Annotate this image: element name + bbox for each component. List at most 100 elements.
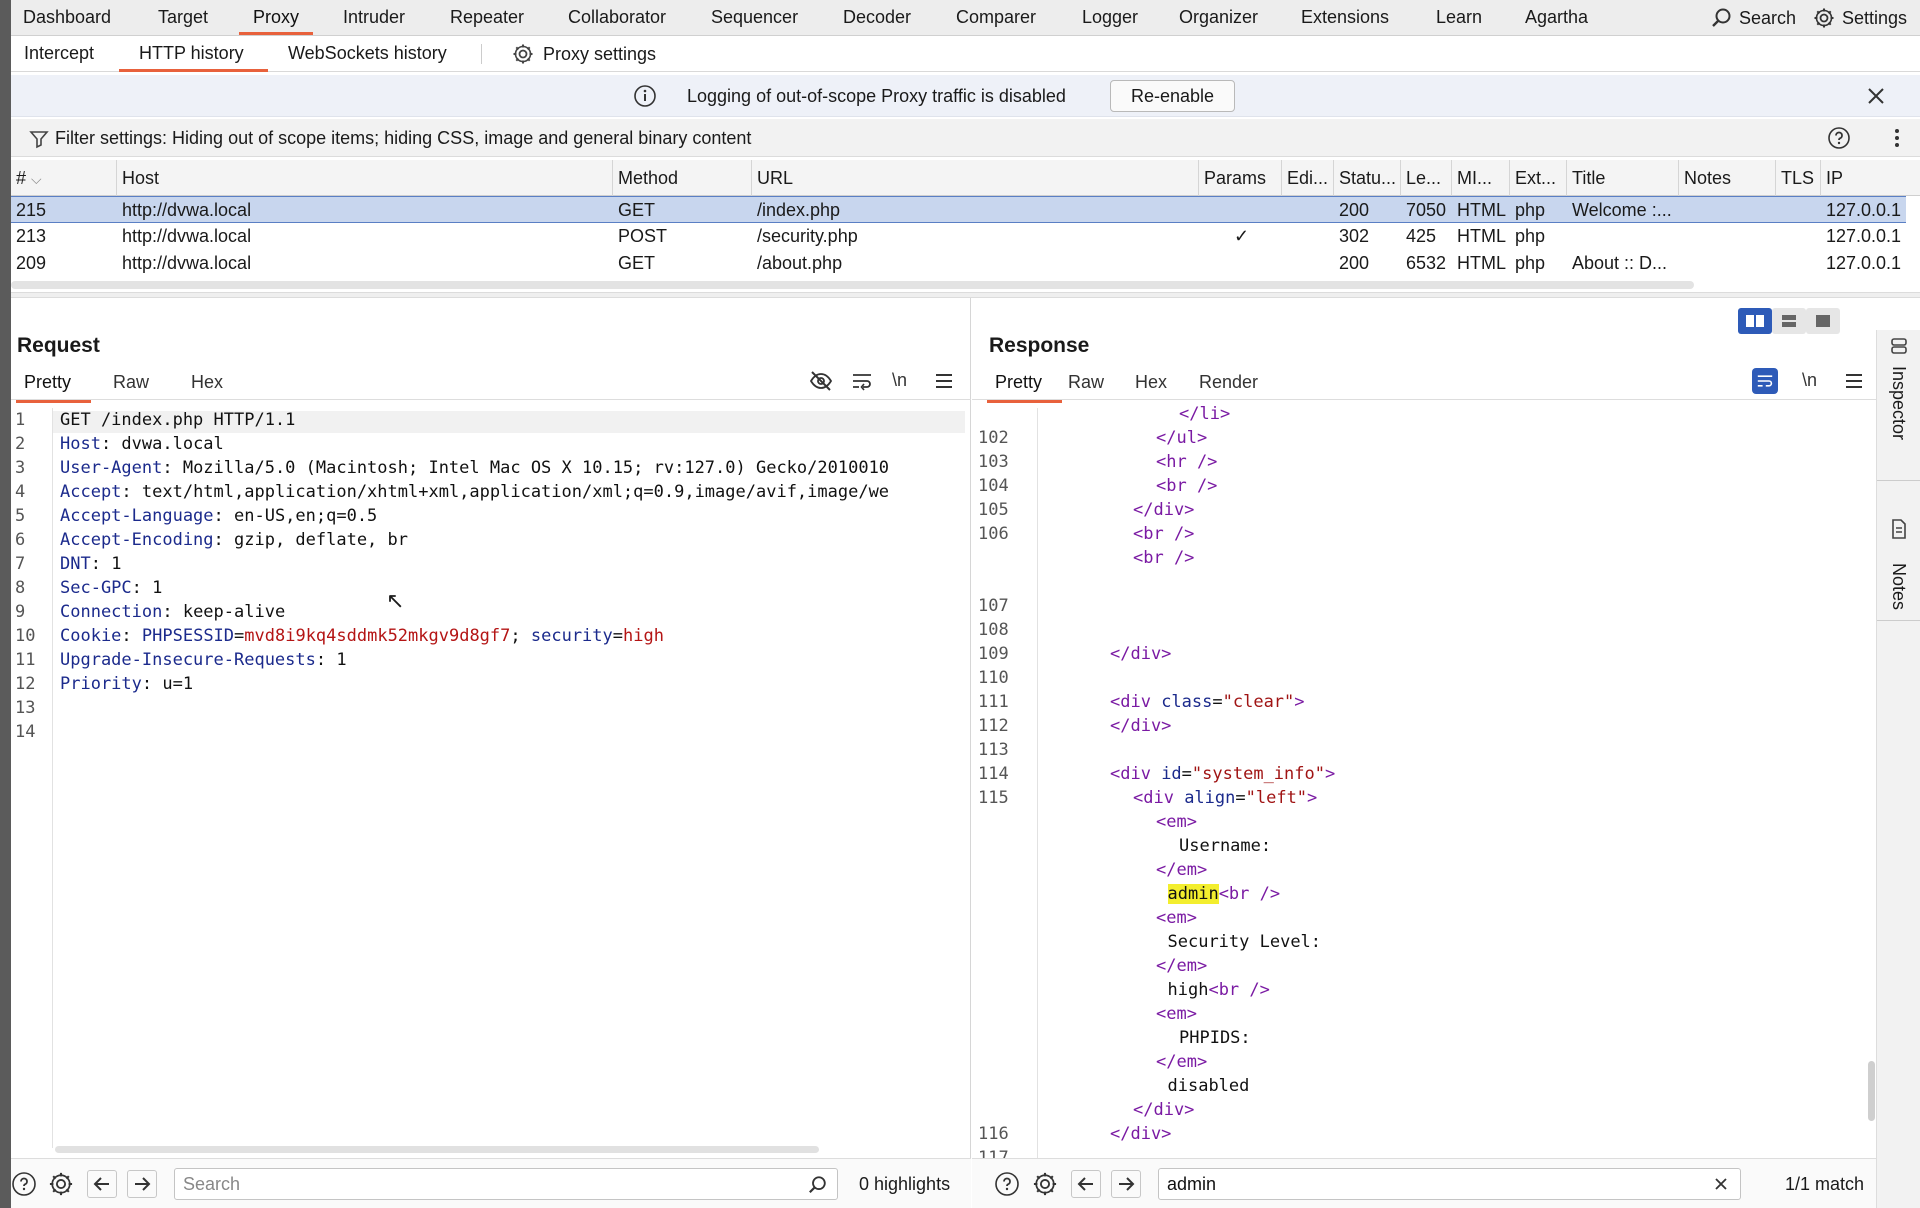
- help-icon[interactable]: [11, 1171, 37, 1197]
- proxy-settings-button[interactable]: Proxy settings: [511, 36, 656, 72]
- table-horizontal-scrollbar[interactable]: [11, 281, 1694, 289]
- response-tab-raw[interactable]: Raw: [1068, 372, 1104, 393]
- help-icon[interactable]: [994, 1171, 1020, 1197]
- layout-side-by-side-button[interactable]: [1738, 308, 1772, 334]
- main-nav: Dashboard Target Proxy Intruder Repeater…: [11, 0, 1920, 36]
- line-number: 13: [15, 698, 36, 718]
- column-header-number[interactable]: # ⌵: [11, 160, 116, 196]
- column-header-ip[interactable]: IP: [1820, 160, 1906, 196]
- code-line: <div id="system_info">: [1110, 764, 1336, 784]
- response-tab-render[interactable]: Render: [1199, 372, 1258, 393]
- gear-icon[interactable]: [1031, 1170, 1059, 1198]
- next-match-button[interactable]: [1111, 1170, 1141, 1198]
- line-number: 4: [15, 482, 26, 502]
- cell-ip: 127.0.0.1: [1826, 200, 1902, 220]
- column-header-extension[interactable]: Ext...: [1509, 160, 1566, 196]
- response-tab-hex[interactable]: Hex: [1135, 372, 1167, 393]
- inspector-tab[interactable]: Inspector: [1888, 366, 1909, 440]
- request-tab-raw[interactable]: Raw: [113, 372, 149, 393]
- hide-non-printable-icon[interactable]: [809, 370, 833, 392]
- column-header-mime[interactable]: MI...: [1451, 160, 1509, 196]
- column-header-tls[interactable]: TLS: [1775, 160, 1820, 196]
- tab-organizer[interactable]: Organizer: [1179, 0, 1258, 36]
- tab-extensions[interactable]: Extensions: [1301, 0, 1389, 36]
- global-settings-button[interactable]: Settings: [1812, 0, 1907, 36]
- gear-icon[interactable]: [47, 1170, 75, 1198]
- tab-intercept[interactable]: Intercept: [24, 36, 94, 72]
- request-tab-hex[interactable]: Hex: [191, 372, 223, 393]
- line-number: 11: [15, 650, 36, 670]
- newline-toggle-icon[interactable]: \n: [1802, 370, 1817, 391]
- tab-intruder[interactable]: Intruder: [343, 0, 405, 36]
- response-search-input[interactable]: admin: [1158, 1168, 1741, 1200]
- cell-method: GET: [618, 200, 656, 220]
- newline-toggle-icon[interactable]: \n: [892, 370, 907, 391]
- global-search-button[interactable]: Search: [1711, 0, 1796, 36]
- tab-decoder[interactable]: Decoder: [843, 0, 911, 36]
- column-header-params[interactable]: Params: [1198, 160, 1281, 196]
- column-header-url[interactable]: URL: [751, 160, 1198, 196]
- tab-target[interactable]: Target: [158, 0, 208, 36]
- cell-title: Welcome :...: [1572, 200, 1672, 220]
- word-wrap-toggle[interactable]: [1752, 368, 1778, 394]
- tab-agartha[interactable]: Agartha: [1525, 0, 1588, 36]
- window-edge: [0, 0, 11, 1208]
- tab-websockets-history[interactable]: WebSockets history: [288, 36, 447, 72]
- code-line: DNT: 1: [60, 554, 122, 574]
- previous-match-button[interactable]: [1071, 1170, 1101, 1198]
- clear-search-icon[interactable]: [1713, 1176, 1729, 1192]
- layout-stacked-button[interactable]: [1772, 308, 1806, 334]
- help-icon[interactable]: [1827, 126, 1851, 150]
- sort-chevron-icon: ⌵: [31, 171, 42, 187]
- menu-icon[interactable]: [1844, 372, 1864, 390]
- column-header-notes[interactable]: Notes: [1678, 160, 1775, 196]
- line-number: 109: [978, 644, 1009, 664]
- cell-extension: php: [1515, 226, 1546, 246]
- line-number: 2: [15, 434, 26, 454]
- more-options-icon[interactable]: [1893, 127, 1901, 149]
- table-row[interactable]: 213 http://dvwa.local POST /security.php…: [11, 223, 1906, 250]
- column-header-method[interactable]: Method: [612, 160, 751, 196]
- response-vertical-scrollbar[interactable]: [1868, 1061, 1875, 1121]
- tab-proxy[interactable]: Proxy: [238, 0, 314, 36]
- previous-match-button[interactable]: [87, 1170, 117, 1198]
- column-header-host[interactable]: Host: [116, 160, 612, 196]
- tab-logger[interactable]: Logger: [1082, 0, 1138, 36]
- cell-number: 209: [16, 253, 47, 273]
- cell-host: http://dvwa.local: [122, 226, 252, 246]
- inspector-icon[interactable]: [1889, 336, 1909, 356]
- code-line: Accept-Encoding: gzip, deflate, br: [60, 530, 408, 550]
- column-header-title[interactable]: Title: [1566, 160, 1678, 196]
- request-search-bar: Search 0 highlights: [11, 1158, 971, 1208]
- line-number: 104: [978, 476, 1009, 496]
- tab-repeater[interactable]: Repeater: [450, 0, 524, 36]
- word-wrap-icon[interactable]: [851, 371, 873, 391]
- column-header-status[interactable]: Statu...: [1333, 160, 1400, 196]
- notes-icon[interactable]: [1889, 518, 1909, 540]
- request-search-input[interactable]: Search: [174, 1168, 838, 1200]
- table-row[interactable]: 215 http://dvwa.local GET /index.php 200…: [11, 196, 1906, 223]
- re-enable-button[interactable]: Re-enable: [1110, 80, 1235, 112]
- filter-bar[interactable]: Filter settings: Hiding out of scope ite…: [11, 119, 1920, 157]
- response-tab-pretty[interactable]: Pretty: [986, 372, 1063, 403]
- menu-icon[interactable]: [934, 372, 954, 390]
- tab-dashboard[interactable]: Dashboard: [23, 0, 111, 36]
- request-horizontal-scrollbar[interactable]: [55, 1146, 819, 1153]
- tab-http-history[interactable]: HTTP history: [119, 36, 268, 72]
- cell-extension: php: [1515, 200, 1546, 220]
- tab-collaborator[interactable]: Collaborator: [568, 0, 666, 36]
- tab-comparer[interactable]: Comparer: [956, 0, 1036, 36]
- request-tab-pretty[interactable]: Pretty: [15, 372, 92, 403]
- column-header-length[interactable]: Le...: [1400, 160, 1451, 196]
- code-line: Upgrade-Insecure-Requests: 1: [60, 650, 347, 670]
- next-match-button[interactable]: [127, 1170, 157, 1198]
- column-header-edited[interactable]: Edi...: [1281, 160, 1333, 196]
- tab-learn[interactable]: Learn: [1436, 0, 1482, 36]
- layout-single-button[interactable]: [1806, 308, 1840, 334]
- table-row[interactable]: 209 http://dvwa.local GET /about.php 200…: [11, 250, 1906, 277]
- close-icon[interactable]: [1866, 86, 1886, 106]
- tab-sequencer[interactable]: Sequencer: [711, 0, 798, 36]
- filter-settings-text: Filter settings: Hiding out of scope ite…: [55, 128, 752, 148]
- code-line: Cookie: PHPSESSID=mvd8i9kq4sddmk52mkgv9d…: [60, 626, 664, 646]
- notes-tab[interactable]: Notes: [1888, 563, 1909, 610]
